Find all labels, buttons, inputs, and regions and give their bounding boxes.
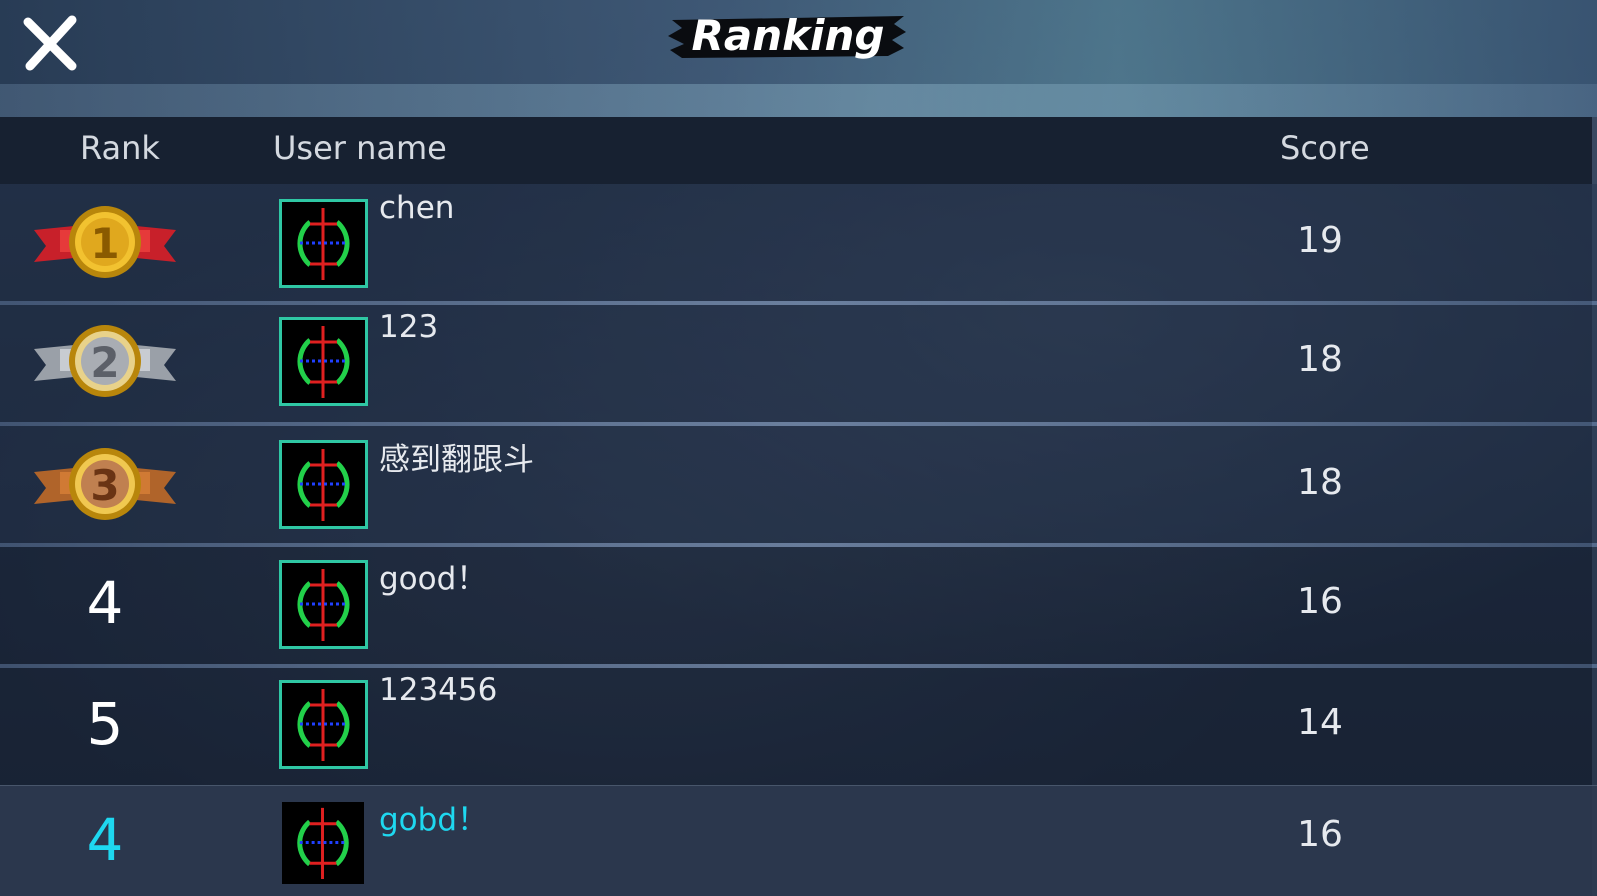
crosshair-avatar-icon xyxy=(297,689,350,761)
user-name: 123456 xyxy=(379,672,498,708)
user-name: chen xyxy=(379,190,455,226)
close-button[interactable] xyxy=(22,14,80,72)
bronze-medal-icon: 3 xyxy=(34,448,176,520)
table-row[interactable]: 5 123456 14 xyxy=(0,668,1597,785)
score-value: 14 xyxy=(1297,702,1343,743)
avatar[interactable] xyxy=(279,680,368,769)
header-rank: Rank xyxy=(80,129,160,167)
my-user-name: gobd！ xyxy=(379,802,488,838)
my-score-value: 16 xyxy=(1297,814,1343,855)
score-value: 18 xyxy=(1297,339,1343,380)
ranking-screen: Ranking Rank User name Score 1 chen 19 2… xyxy=(0,0,1597,896)
my-rank-row[interactable]: 4 gobd！ 16 xyxy=(0,785,1597,896)
silver-medal-icon: 2 xyxy=(34,325,176,397)
score-value: 16 xyxy=(1297,581,1343,622)
gold-medal-icon: 1 xyxy=(34,206,176,278)
my-avatar[interactable] xyxy=(282,802,364,884)
table-row[interactable]: 1 chen 19 xyxy=(0,184,1597,301)
crosshair-avatar-icon xyxy=(297,326,350,398)
score-value: 19 xyxy=(1297,220,1343,261)
medal-number: 1 xyxy=(90,219,119,268)
table-row[interactable]: 4 good！ 16 xyxy=(0,547,1597,664)
my-rank-number: 4 xyxy=(86,806,124,874)
table-row[interactable]: 2 123 18 xyxy=(0,305,1597,422)
rank-number: 5 xyxy=(86,690,124,758)
medal-number: 2 xyxy=(90,338,119,387)
user-name: good！ xyxy=(379,561,488,597)
avatar[interactable] xyxy=(279,317,368,406)
page-title: Ranking xyxy=(691,11,885,60)
score-value: 18 xyxy=(1297,462,1343,503)
crosshair-avatar-icon xyxy=(297,569,350,641)
avatar[interactable] xyxy=(279,199,368,288)
crosshair-avatar-icon xyxy=(297,807,349,880)
medal-number: 3 xyxy=(90,461,119,510)
rank-number: 4 xyxy=(86,569,124,637)
header-user-name: User name xyxy=(273,129,447,167)
user-name: 感到翻跟斗 xyxy=(379,442,534,478)
avatar[interactable] xyxy=(279,560,368,649)
header-score: Score xyxy=(1280,129,1370,167)
crosshair-avatar-icon xyxy=(297,208,350,280)
close-icon xyxy=(23,15,77,71)
crosshair-avatar-icon xyxy=(297,449,350,521)
user-name: 123 xyxy=(379,309,439,345)
table-row[interactable]: 3 感到翻跟斗 18 xyxy=(0,426,1597,543)
table-header: Rank User name Score xyxy=(0,117,1597,184)
avatar[interactable] xyxy=(279,440,368,529)
title-banner: Ranking xyxy=(668,2,908,72)
